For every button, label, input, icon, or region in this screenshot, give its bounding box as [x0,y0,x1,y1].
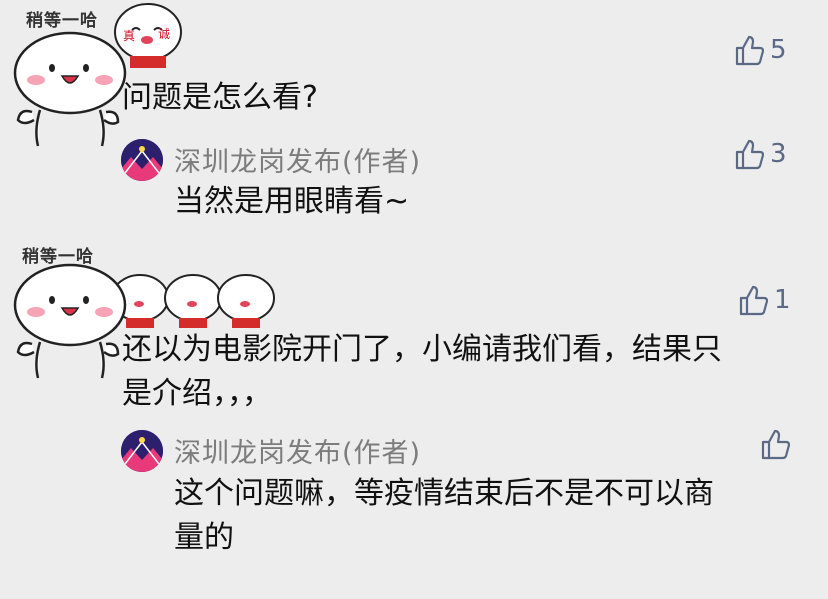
reply-text: 当然是用眼睛看~ [174,184,410,219]
author-avatar[interactable] [121,430,163,472]
reply-like-button[interactable] [760,428,796,460]
reply-author-name[interactable]: 深圳龙岗发布(作者) [174,431,421,470]
like-button[interactable]: 1 [738,284,791,316]
comment-text-line: 是介绍，，， [122,376,272,411]
reply-text: 这个问题嘛，等疫情结束后不是不可以商 量的 [174,472,814,560]
thumbs-up-icon [761,429,790,460]
thumbs-up-icon [735,139,764,170]
thumbs-up-icon [735,35,764,66]
comment-1: 稍等一哈 真 诚 5 问题是怎么看? 深圳龙岗发布(作者) 3 当然是用眼睛看~ [0,0,828,230]
reply-text-line: 这个问题嘛，等疫情结束后不是不可以商 [174,476,714,511]
cartoon-avatar-icon [13,263,127,379]
sincere-sticker-icon [217,274,275,328]
comment-text: 还以为电影院开门了，小编请我们看，结果只 是介绍，，， [122,328,822,416]
commenter-avatar[interactable]: 稍等一哈 真 诚 [8,0,188,150]
thumbs-up-icon [739,285,768,316]
author-logo-icon [121,430,163,472]
like-count: 5 [770,35,787,65]
sticker-word-right: 诚 [158,27,170,41]
comment-2: 稍等一哈 1 还以为电影院开门了，小编请我们看，结果只 是介绍，，， 深圳龙岗发… [0,230,828,599]
cartoon-avatar-icon [13,31,127,147]
reply-like-count: 3 [770,139,787,169]
like-count: 1 [774,285,791,315]
svg-text:诚: 诚 [158,27,170,41]
like-button[interactable]: 5 [734,34,787,66]
reply-like-button[interactable]: 3 [734,138,787,170]
author-avatar[interactable] [121,139,163,181]
comment-text: 问题是怎么看? [122,80,318,115]
author-logo-icon [121,139,163,181]
comment-text-line: 还以为电影院开门了，小编请我们看，结果只 [122,332,722,367]
reply-author-name[interactable]: 深圳龙岗发布(作者) [174,140,421,179]
reply-text-line: 量的 [174,520,234,555]
